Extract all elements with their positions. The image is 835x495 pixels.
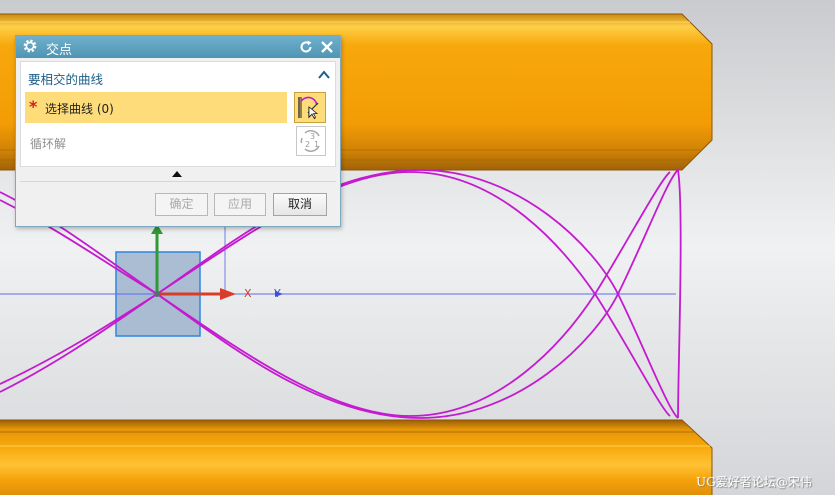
select-curve-button[interactable] xyxy=(294,92,326,123)
svg-text:1: 1 xyxy=(314,140,319,149)
dialog-title: 交点 xyxy=(46,43,73,58)
select-curve-label[interactable]: 选择曲线 (0) xyxy=(45,100,114,117)
select-curve-icon xyxy=(298,96,319,120)
y-axis-label: Y xyxy=(274,287,282,300)
close-icon[interactable] xyxy=(319,39,335,55)
svg-text:2: 2 xyxy=(305,140,310,149)
bottom-solid-body[interactable] xyxy=(0,419,713,495)
required-star: * xyxy=(29,97,38,116)
cancel-button[interactable]: 取消 xyxy=(273,193,327,216)
cycle-solution-icon: 3 2 1 xyxy=(300,130,320,152)
ok-button[interactable]: 确定 xyxy=(155,193,208,216)
apply-button[interactable]: 应用 xyxy=(214,193,266,216)
watermark: UG爱好者论坛@宋伟 xyxy=(696,475,812,489)
chevron-up-icon[interactable] xyxy=(317,68,331,82)
section-header[interactable]: 要相交的曲线 xyxy=(28,69,103,88)
gear-icon[interactable] xyxy=(22,38,38,54)
dialog-title-bar[interactable]: 交点 xyxy=(16,36,340,58)
triangle-up-icon xyxy=(172,171,182,177)
intersection-point-dialog: 交点 要相交的曲线 * 选择曲线 (0) 循环解 3 2 1 确定 应用 取消 xyxy=(15,35,341,227)
more-options-toggle[interactable] xyxy=(20,167,336,182)
select-curve-row[interactable]: * 选择曲线 (0) xyxy=(25,92,287,123)
cycle-solution-button: 3 2 1 xyxy=(296,126,326,156)
cycle-solution-label: 循环解 xyxy=(30,137,67,151)
origin-point[interactable] xyxy=(154,291,160,297)
reset-icon[interactable] xyxy=(298,39,314,55)
x-axis-label: X xyxy=(244,287,252,300)
